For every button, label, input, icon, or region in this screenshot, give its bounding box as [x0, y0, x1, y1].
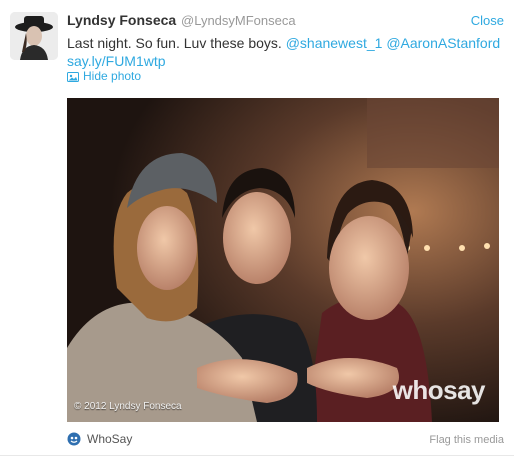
tweet-link[interactable]: say.ly/FUM1wtp	[67, 53, 166, 69]
avatar-image	[10, 12, 58, 60]
tweet-photo[interactable]: © 2012 Lyndsy Fonseca whosay	[67, 98, 499, 422]
author-avatar[interactable]	[10, 12, 58, 60]
hide-photo-button[interactable]: Hide photo	[67, 69, 141, 83]
whosay-watermark: whosay	[392, 375, 486, 405]
tweet-text: Last night. So fun. Luv these boys. @sha…	[67, 34, 507, 70]
photo-icon	[67, 71, 79, 82]
author-name[interactable]: Lyndsy Fonseca	[67, 12, 176, 28]
media-source-label: WhoSay	[87, 432, 133, 446]
mention-aaronastanford[interactable]: @AaronAStanford	[386, 35, 500, 51]
flag-media-link[interactable]: Flag this media	[429, 434, 504, 446]
author-handle[interactable]: @LyndsyMFonseca	[181, 13, 296, 28]
whosay-icon	[67, 432, 81, 446]
hide-photo-label: Hide photo	[83, 69, 142, 83]
close-button[interactable]: Close	[471, 13, 504, 28]
photo-copyright: © 2012 Lyndsy Fonseca	[74, 401, 182, 412]
tweet-detail: Lyndsy Fonseca @LyndsyMFonseca Close Las…	[0, 0, 514, 460]
tweet-text-body: Last night. So fun. Luv these boys.	[67, 35, 286, 51]
media-source[interactable]: WhoSay	[67, 432, 132, 446]
mention-shanewest[interactable]: @shanewest_1	[286, 35, 383, 51]
divider	[0, 455, 514, 456]
photo-image	[67, 98, 499, 422]
